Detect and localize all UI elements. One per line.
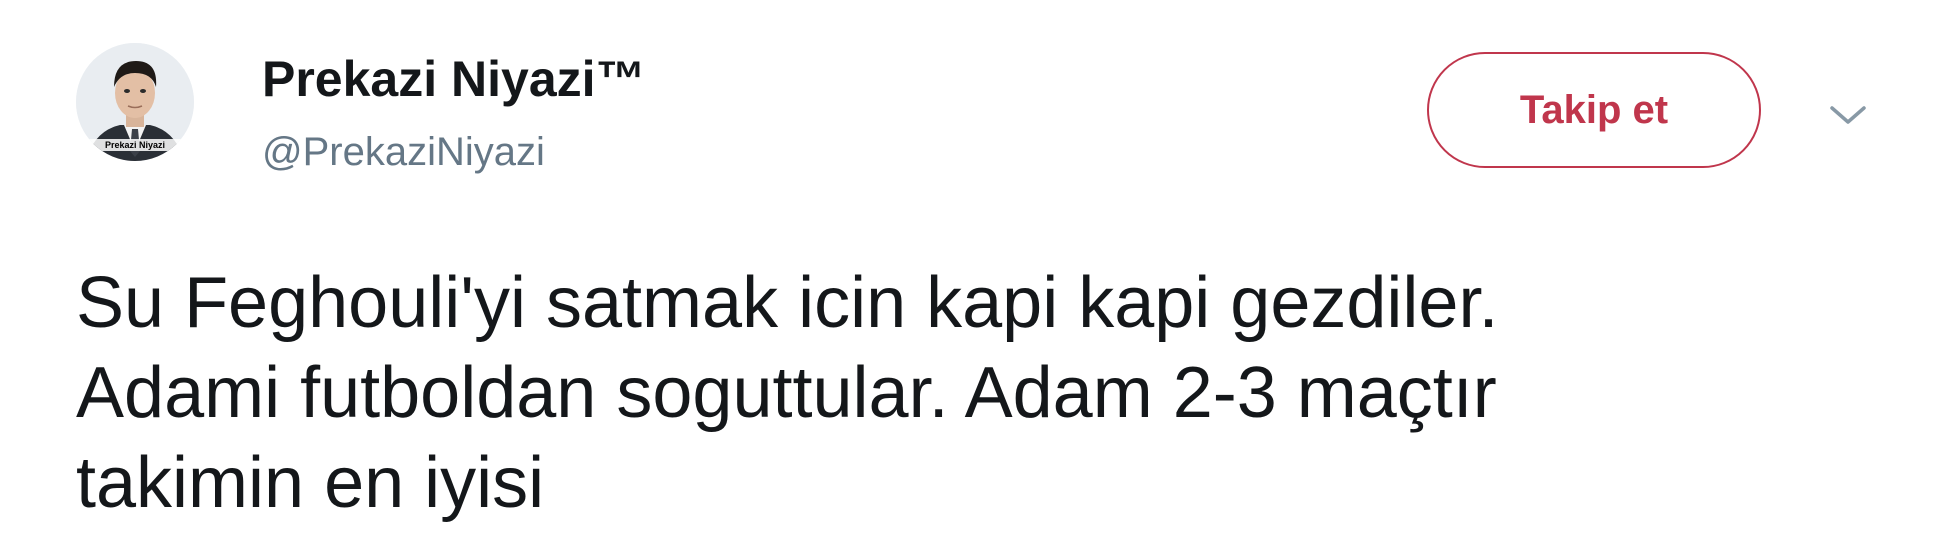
tweet-text: Su Feghouli'yi satmak icin kapi kapi gez… — [76, 258, 1876, 528]
avatar[interactable]: Prekazi Niyazi — [76, 43, 194, 161]
tweet-line: Su Feghouli'yi satmak icin kapi kapi gez… — [76, 263, 1499, 343]
follow-button-label: Takip et — [1519, 87, 1669, 132]
follow-button[interactable]: Takip et — [1427, 52, 1761, 168]
display-name[interactable]: Prekazi Niyazi™ — [262, 54, 646, 104]
chevron-down-icon[interactable] — [1826, 100, 1870, 128]
user-handle[interactable]: @PrekaziNiyazi — [262, 132, 545, 172]
tweet-line: takimin en iyisi — [76, 443, 545, 523]
tweet-line: Adami futboldan soguttular. Adam 2-3 maç… — [76, 353, 1497, 433]
avatar-caption: Prekazi Niyazi — [105, 140, 165, 150]
avatar-image: Prekazi Niyazi — [76, 43, 194, 161]
tweet-card: Prekazi Niyazi Prekazi Niyazi™ @PrekaziN… — [0, 0, 1937, 555]
